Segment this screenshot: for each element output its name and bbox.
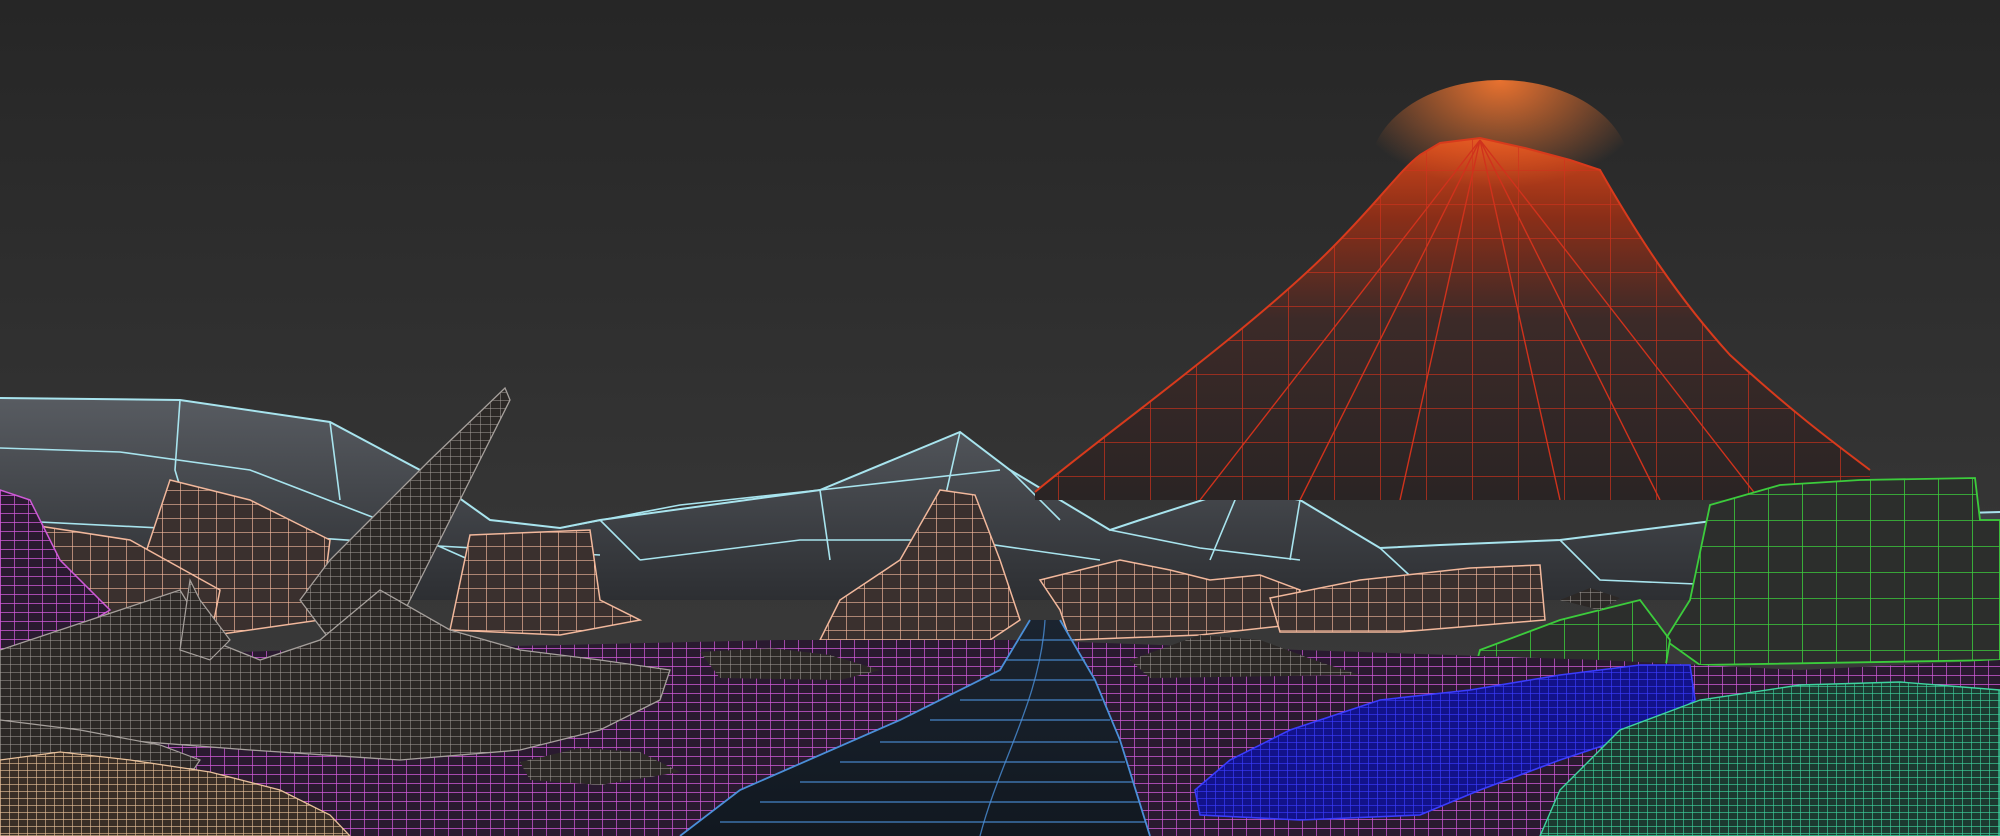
3d-viewport[interactable] [0, 0, 2000, 836]
scene-render [0, 0, 2000, 836]
